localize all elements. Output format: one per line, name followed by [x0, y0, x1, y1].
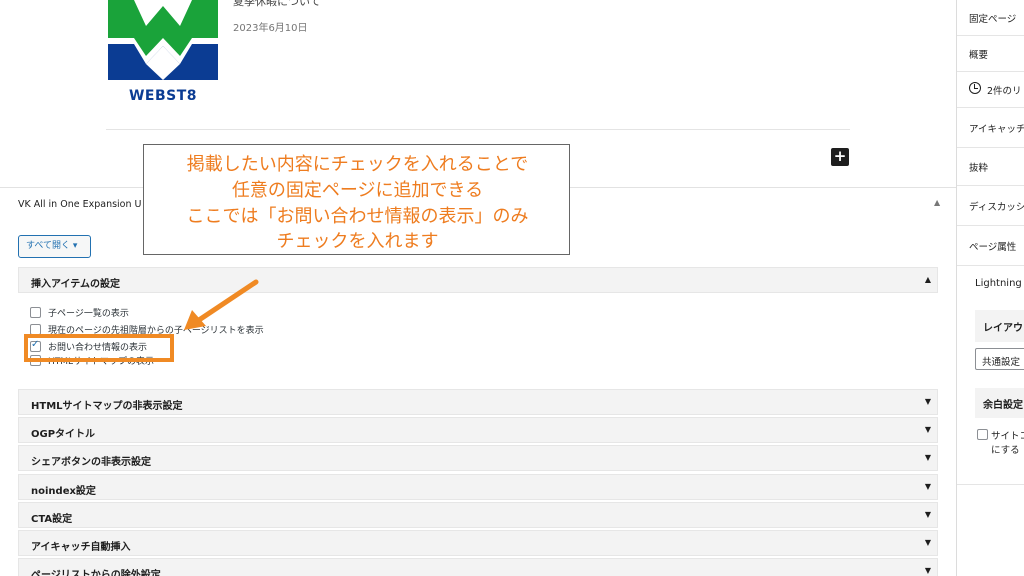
collapse-icon[interactable]: ▲	[934, 198, 940, 207]
post-card[interactable]: WEBST8 夏季休暇について 2023年6月10日	[106, 0, 850, 130]
checkbox[interactable]	[30, 307, 41, 318]
caret-down-icon: ▼	[924, 425, 931, 434]
caret-down-icon: ▼	[924, 397, 931, 406]
section-label: シェアボタンの非表示設定	[31, 457, 151, 468]
section-label: CTA設定	[31, 514, 73, 525]
section-label: 挿入アイテムの設定	[31, 279, 120, 290]
panel-label: アイキャッチ	[969, 124, 1024, 135]
panel-revisions[interactable]: 2件のリ	[957, 72, 1024, 108]
layout-header-label: レイアウ	[983, 323, 1023, 334]
margin-header: 余白設定	[975, 388, 1024, 418]
caret-down-icon: ▼	[924, 510, 931, 519]
lightning-panel-title[interactable]: Lightning	[975, 278, 1022, 289]
panel-label: ディスカッシ	[969, 202, 1024, 213]
webst8-logo-mark	[108, 0, 218, 80]
callout-line: 任意の固定ページに追加できる	[231, 180, 484, 201]
section-cta[interactable]: CTA設定 ▼	[18, 502, 938, 528]
callout-line: ここでは「お問い合わせ情報の表示」のみ	[186, 206, 529, 227]
history-icon	[969, 82, 981, 94]
section-label: noindex設定	[31, 486, 96, 497]
checkbox-label: 子ページ一覧の表示	[48, 309, 129, 319]
layout-select-value: 共通設定	[982, 357, 1021, 368]
annotation-arrow-icon	[184, 279, 259, 330]
margin-checkbox[interactable]	[977, 429, 988, 440]
section-eyecatch-auto[interactable]: アイキャッチ自動挿入 ▼	[18, 530, 938, 556]
metabox-title[interactable]: VK All in One Expansion U	[18, 199, 141, 210]
callout-line: 掲載したい内容にチェックを入れることで	[186, 154, 529, 175]
panel-excerpt[interactable]: 抜粋	[957, 148, 1024, 186]
caret-up-icon: ▲	[924, 275, 931, 284]
section-page-list-exclude[interactable]: ページリストからの除外設定 ▼	[18, 558, 938, 576]
caret-down-icon: ▼	[924, 566, 931, 575]
add-block-button[interactable]: +	[831, 148, 849, 166]
sidebar-divider	[957, 484, 1024, 485]
panel-page-attributes[interactable]: ページ属性	[957, 226, 1024, 266]
margin-checkbox-label: サイトコ	[991, 431, 1024, 442]
logo-text: WEBST8	[128, 88, 198, 104]
webst8-logo: WEBST8	[106, 0, 220, 108]
layout-header: レイアウ	[975, 310, 1024, 342]
section-html-sitemap-hide[interactable]: HTMLサイトマップの非表示設定 ▼	[18, 389, 938, 415]
editor-canvas: WEBST8 夏季休暇について 2023年6月10日 + VK All in O…	[0, 0, 956, 576]
callout-line: チェックを入れます	[276, 231, 439, 252]
section-share-button-hide[interactable]: シェアボタンの非表示設定 ▼	[18, 445, 938, 471]
section-ogp-title[interactable]: OGPタイトル ▼	[18, 417, 938, 443]
caret-down-icon: ▼	[924, 538, 931, 547]
panel-label: ページ属性	[969, 242, 1017, 253]
tab-label: 固定ページ	[969, 14, 1017, 25]
panel-summary[interactable]: 概要	[957, 36, 1024, 72]
settings-sidebar: 固定ページ 概要 2件のリ アイキャッチ 抜粋 ディスカッシ ページ属性 Lig…	[956, 0, 1024, 576]
post-title[interactable]: 夏季休暇について	[233, 0, 321, 9]
panel-featured-image[interactable]: アイキャッチ	[957, 108, 1024, 148]
section-label: OGPタイトル	[31, 429, 96, 440]
margin-header-label: 余白設定	[983, 400, 1023, 411]
panel-label: 概要	[969, 50, 989, 61]
panel-discussion[interactable]: ディスカッシ	[957, 186, 1024, 226]
section-label: アイキャッチ自動挿入	[31, 542, 131, 553]
section-label: ページリストからの除外設定	[31, 570, 161, 576]
expand-all-button[interactable]: すべて開く ▾	[18, 235, 91, 258]
section-insert-items[interactable]: 挿入アイテムの設定 ▲	[18, 267, 938, 293]
callout-box: 掲載したい内容にチェックを入れることで 任意の固定ページに追加できる ここでは「…	[143, 144, 570, 255]
panel-label: 抜粋	[969, 163, 989, 174]
layout-select[interactable]: 共通設定	[975, 348, 1024, 370]
caret-down-icon: ▼	[924, 453, 931, 462]
highlight-box	[24, 334, 174, 362]
margin-checkbox-label-2: にする	[991, 445, 1020, 456]
post-date: 2023年6月10日	[233, 23, 308, 34]
section-noindex[interactable]: noindex設定 ▼	[18, 474, 938, 500]
tab-page[interactable]: 固定ページ	[957, 0, 1024, 36]
section-label: HTMLサイトマップの非表示設定	[31, 401, 183, 412]
caret-down-icon: ▼	[924, 482, 931, 491]
panel-label: 2件のリ	[987, 86, 1022, 97]
